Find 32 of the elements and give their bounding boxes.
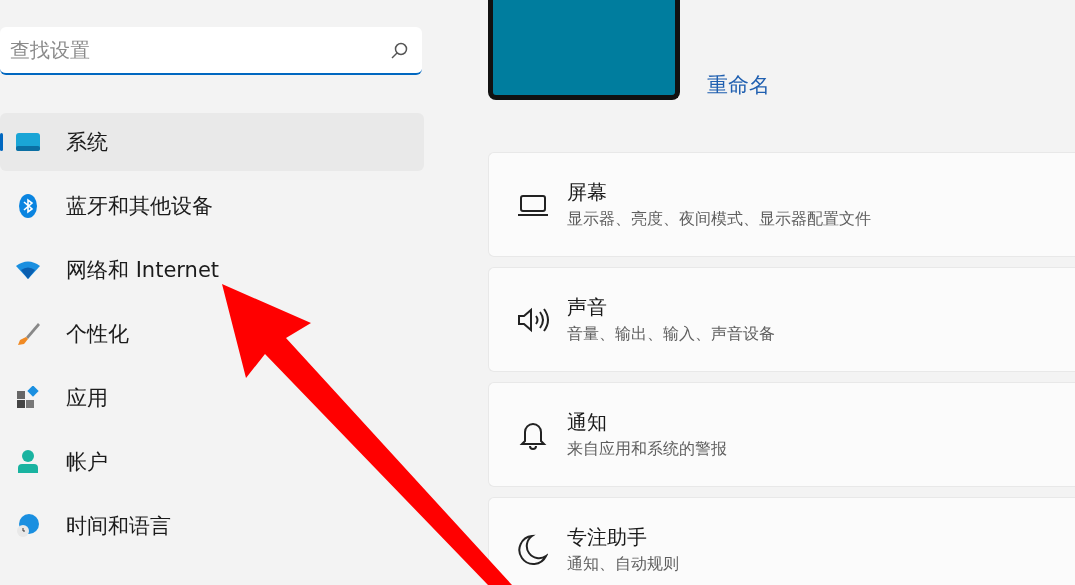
card-title: 专注助手	[567, 524, 648, 551]
bluetooth-icon	[18, 193, 38, 219]
settings-card[interactable]: 声音 音量、输出、输入、声音设备	[488, 267, 1075, 372]
sidebar-item[interactable]: 帐户	[0, 433, 112, 491]
search-field[interactable]: 查找设置	[0, 27, 422, 75]
card-subtitle: 来自应用和系统的警报	[567, 439, 727, 460]
card-title: 声音	[567, 294, 608, 321]
rename-link[interactable]: 重命名	[707, 71, 770, 99]
search-icon	[390, 42, 408, 60]
moon-icon	[518, 533, 548, 566]
card-title: 通知	[567, 409, 608, 436]
laptop-icon	[517, 192, 549, 217]
globe-clock-icon	[15, 513, 41, 539]
settings-card[interactable]: 专注助手 通知、自动规则	[488, 497, 1075, 585]
sidebar-item[interactable]: 网络和 Internet	[0, 241, 224, 299]
settings-card[interactable]: 屏幕 显示器、亮度、夜间模式、显示器配置文件	[488, 152, 1075, 257]
sidebar-item[interactable]: 个性化	[0, 305, 133, 363]
card-subtitle: 音量、输出、输入、声音设备	[567, 324, 775, 345]
settings-card[interactable]: 通知 来自应用和系统的警报	[488, 382, 1075, 487]
sidebar-item[interactable]: 应用	[0, 369, 112, 427]
sidebar-item[interactable]: 时间和语言	[0, 497, 175, 555]
person-icon	[17, 449, 39, 475]
sidebar-item[interactable]: 蓝牙和其他设备	[0, 177, 217, 235]
card-subtitle: 显示器、亮度、夜间模式、显示器配置文件	[567, 209, 871, 230]
card-title: 屏幕	[567, 179, 608, 206]
wifi-icon	[15, 260, 41, 280]
paintbrush-icon	[15, 321, 41, 347]
sidebar-item[interactable]: 系统	[0, 113, 424, 171]
speaker-icon	[516, 305, 550, 334]
monitor-icon	[15, 132, 41, 152]
card-subtitle: 通知、自动规则	[567, 554, 679, 575]
apps-icon	[16, 386, 40, 410]
